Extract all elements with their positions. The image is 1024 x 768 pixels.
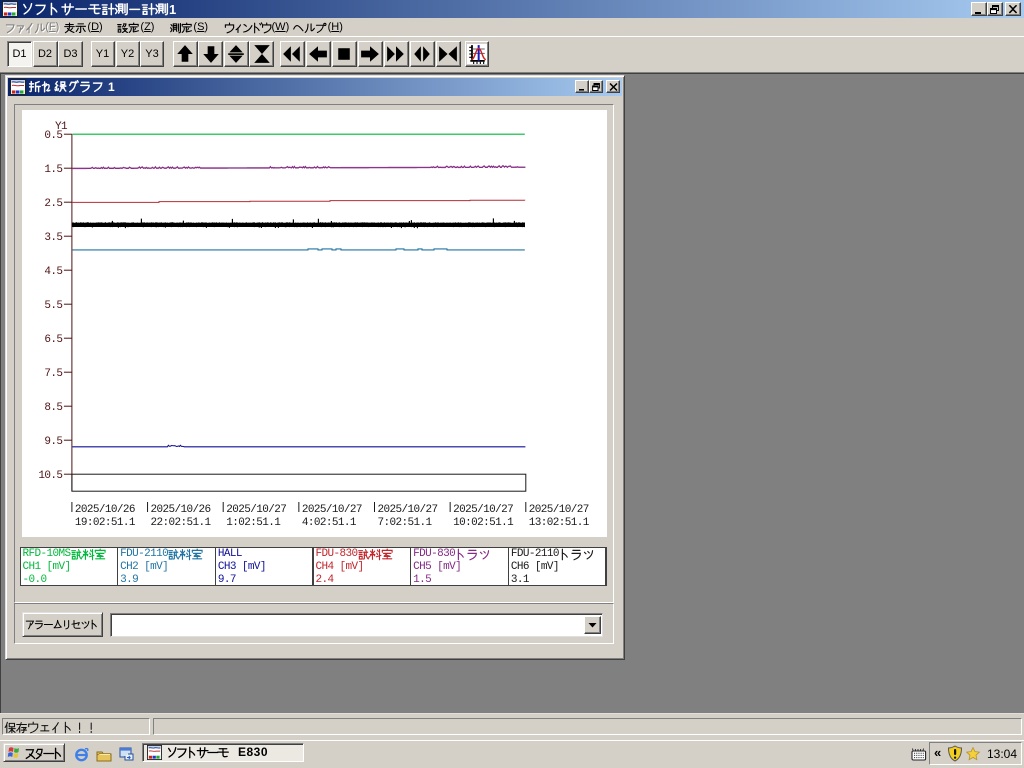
- svg-text:2025/10/26: 2025/10/26: [75, 504, 135, 516]
- svg-text:10.5: 10.5: [38, 470, 62, 482]
- svg-text:2.5: 2.5: [44, 198, 62, 210]
- svg-text:5.5: 5.5: [44, 300, 62, 312]
- svg-text:2025/10/27: 2025/10/27: [529, 504, 589, 516]
- svg-text:19:02:51.1: 19:02:51.1: [75, 517, 136, 529]
- svg-text:0.5: 0.5: [44, 130, 62, 142]
- svg-text:9.5: 9.5: [44, 436, 62, 448]
- svg-text:7:02:51.1: 7:02:51.1: [378, 517, 433, 529]
- svg-text:8.5: 8.5: [44, 402, 62, 414]
- svg-text:2025/10/27: 2025/10/27: [453, 504, 513, 516]
- svg-text:7.5: 7.5: [44, 368, 62, 380]
- svg-text:1.5: 1.5: [44, 164, 62, 176]
- svg-text:22:02:51.1: 22:02:51.1: [151, 517, 212, 529]
- svg-text:6.5: 6.5: [44, 334, 62, 346]
- svg-text:1:02:51.1: 1:02:51.1: [226, 517, 281, 529]
- svg-text:2025/10/27: 2025/10/27: [302, 504, 362, 516]
- svg-text:10:02:51.1: 10:02:51.1: [453, 517, 514, 529]
- svg-text:4.5: 4.5: [44, 266, 62, 278]
- svg-text:4:02:51.1: 4:02:51.1: [302, 517, 357, 529]
- svg-text:3.5: 3.5: [44, 232, 62, 244]
- svg-text:13:02:51.1: 13:02:51.1: [529, 517, 590, 529]
- svg-text:2025/10/27: 2025/10/27: [226, 504, 286, 516]
- svg-text:2025/10/27: 2025/10/27: [378, 504, 438, 516]
- svg-text:2025/10/26: 2025/10/26: [151, 504, 211, 516]
